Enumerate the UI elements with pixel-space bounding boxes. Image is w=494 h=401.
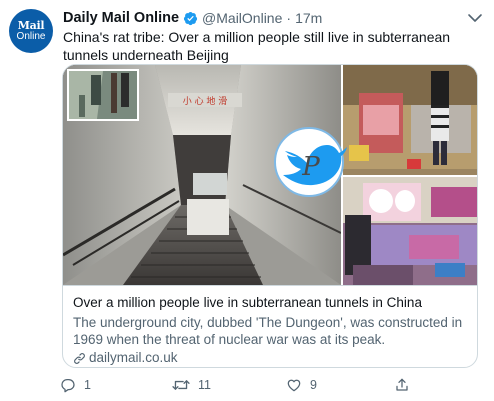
author-handle[interactable]: @MailOnline [202, 10, 282, 26]
card-link-domain[interactable]: dailymail.co.uk [89, 349, 178, 367]
card-image-collage[interactable]: 小 心 地 滑 P [63, 65, 477, 285]
action-bar: 1 11 9 [60, 376, 460, 394]
stairwell-sign-text: 小 心 地 滑 [183, 95, 228, 107]
card-link[interactable]: dailymail.co.uk [73, 349, 469, 367]
share-button[interactable] [394, 376, 410, 394]
author-name[interactable]: Daily Mail Online [63, 10, 179, 26]
inset-photo-corridor [67, 69, 139, 121]
card-body[interactable]: Over a million people live in subterrane… [63, 285, 477, 367]
heart-icon [287, 379, 301, 392]
tweet[interactable]: Mail Online Daily Mail Online @MailOnlin… [0, 0, 494, 401]
reply-count: 1 [84, 378, 91, 392]
reply-button[interactable]: 1 [60, 376, 91, 394]
avatar-logo-line1: Mail [17, 19, 45, 32]
room-photo-top [343, 65, 477, 175]
more-options-icon[interactable] [466, 10, 484, 26]
avatar[interactable]: Mail Online [9, 9, 53, 53]
like-count: 9 [310, 378, 317, 392]
timestamp[interactable]: 17m [295, 10, 322, 26]
card-description: The underground city, dubbed 'The Dungeo… [73, 315, 463, 347]
room-photo-bottom [343, 177, 477, 285]
retweet-count: 11 [198, 378, 211, 392]
share-icon [396, 378, 408, 391]
separator-dot: · [286, 10, 292, 26]
retweet-button[interactable]: 11 [172, 376, 211, 394]
link-icon [74, 352, 85, 364]
link-card[interactable]: 小 心 地 滑 P Over a million people live in … [62, 64, 478, 368]
card-title: Over a million people live in subterrane… [73, 295, 422, 310]
retweet-icon [172, 380, 190, 390]
reply-icon [61, 379, 75, 393]
like-button[interactable]: 9 [286, 376, 317, 394]
avatar-logo-line2: Online [16, 31, 46, 42]
svg-text:P: P [301, 152, 320, 182]
tweet-text: China's rat tribe: Over a million people… [63, 29, 451, 63]
collage-svg: 小 心 地 滑 P [63, 65, 477, 285]
tweet-header: Daily Mail Online @MailOnline · 17m [63, 8, 322, 28]
verified-badge-icon [183, 11, 198, 25]
